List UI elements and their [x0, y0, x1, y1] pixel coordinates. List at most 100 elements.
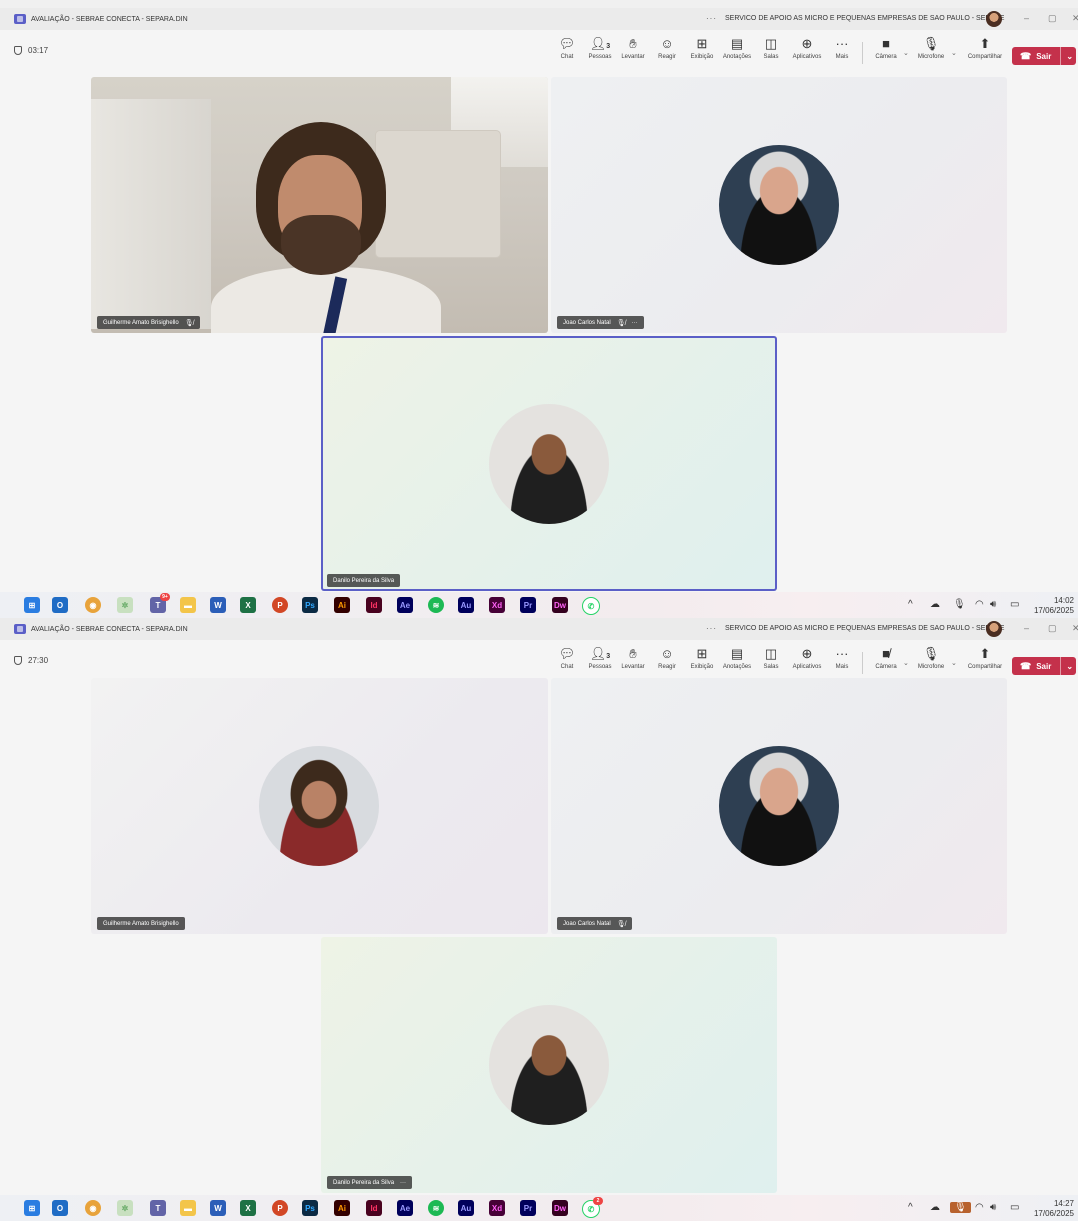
windows-start-icon[interactable]: ⊞ — [24, 597, 40, 613]
profile-avatar[interactable] — [986, 11, 1002, 27]
camera-options-chevron-icon[interactable]: ⌄ — [903, 659, 909, 667]
react-button[interactable]: ☺︎ Reagir — [647, 646, 687, 670]
photoshop-icon[interactable]: Ps — [302, 1200, 318, 1216]
outlook-icon[interactable]: O — [52, 597, 68, 613]
microphone-options-chevron-icon[interactable]: ⌄ — [951, 49, 957, 57]
camera-button[interactable]: ■︎̸ Câmera — [866, 646, 906, 670]
rooms-button[interactable]: ◫ Salas — [751, 646, 791, 670]
excel-icon[interactable]: X — [240, 1200, 256, 1216]
share-button[interactable]: ⬆︎ Compartilhar — [965, 36, 1005, 60]
participant-tile-danilo[interactable]: Danilo Pereira da Silva — [321, 336, 777, 591]
word-icon[interactable]: W — [210, 597, 226, 613]
camera-options-chevron-icon[interactable]: ⌄ — [903, 49, 909, 57]
indesign-icon[interactable]: Id — [366, 1200, 382, 1216]
microphone-muted-icon: 🎙︎ — [922, 36, 940, 51]
leave-options-chevron-icon[interactable]: ⌄ — [1066, 662, 1073, 671]
after-effects-icon[interactable]: Ae — [397, 1200, 413, 1216]
battery-icon[interactable]: ▭ — [1010, 599, 1019, 610]
more-options-button[interactable]: ··· — [706, 624, 717, 633]
powerpoint-icon[interactable]: P — [272, 597, 288, 613]
more-options-button[interactable]: ··· — [706, 14, 717, 23]
notification-badge: 2 — [593, 1197, 603, 1205]
premiere-icon[interactable]: Pr — [520, 597, 536, 613]
microphone-muted-icon[interactable]: 🎙︎ — [953, 599, 966, 610]
chrome-icon[interactable]: ◉ — [85, 597, 101, 613]
avatar — [489, 1005, 609, 1125]
view-button[interactable]: ⊞ Exibição — [682, 36, 722, 60]
avatar — [719, 145, 839, 265]
close-button[interactable]: ✕ — [1072, 13, 1078, 24]
cloud-offline-icon[interactable]: ☁︎ — [930, 599, 940, 610]
outlook-icon[interactable]: O — [52, 1200, 68, 1216]
microphone-button[interactable]: 🎙︎ Microfone — [911, 646, 951, 670]
xd-icon[interactable]: Xd — [489, 597, 505, 613]
copilot-icon[interactable]: ✲ — [117, 1200, 133, 1216]
illustrator-icon[interactable]: Ai — [334, 1200, 350, 1216]
spotify-icon[interactable]: ≋ — [428, 597, 444, 613]
chevron-up-icon[interactable]: ^ — [908, 1202, 913, 1213]
volume-icon[interactable]: 🔊︎ — [990, 1202, 996, 1213]
indesign-icon[interactable]: Id — [366, 597, 382, 613]
wifi-icon[interactable]: ◠ — [975, 599, 984, 610]
file-explorer-icon[interactable]: ▬ — [180, 1200, 196, 1216]
audition-icon[interactable]: Au — [458, 1200, 474, 1216]
apps-button[interactable]: ⊕ Aplicativos — [787, 646, 827, 670]
dreamweaver-icon[interactable]: Dw — [552, 597, 568, 613]
cloud-offline-icon[interactable]: ☁︎ — [930, 1202, 940, 1213]
leave-button[interactable]: ☎︎ Sair ⌄ — [1012, 657, 1076, 675]
participant-more-button[interactable]: ··· — [400, 1180, 406, 1186]
system-clock[interactable]: 14:02 17/06/2025 — [1034, 596, 1074, 616]
microphone-active-icon[interactable]: 🎙︎ — [950, 1202, 971, 1213]
chrome-icon[interactable]: ◉ — [85, 1200, 101, 1216]
chevron-up-icon[interactable]: ^ — [908, 599, 913, 610]
illustrator-icon[interactable]: Ai — [334, 597, 350, 613]
file-explorer-icon[interactable]: ▬ — [180, 597, 196, 613]
react-button[interactable]: ☺︎ Reagir — [647, 36, 687, 60]
participant-tile-guilherme[interactable]: Guilherme Amato Brisighello 🎙︎̸ — [91, 77, 548, 333]
leave-button[interactable]: ☎︎ Sair ⌄ — [1012, 47, 1076, 65]
leave-options-chevron-icon[interactable]: ⌄ — [1066, 52, 1073, 61]
participant-tile-danilo[interactable]: Danilo Pereira da Silva ··· — [321, 937, 777, 1193]
minimize-button[interactable]: – — [1024, 13, 1029, 23]
participant-tile-guilherme[interactable]: Guilherme Amato Brisighello — [91, 678, 548, 934]
copilot-icon[interactable]: ✲ — [117, 597, 133, 613]
title-bar: AVALIAÇÃO - SEBRAE CONECTA - SEPARA.DIN … — [0, 618, 1078, 640]
participant-more-button[interactable]: ··· — [632, 320, 638, 326]
microphone-options-chevron-icon[interactable]: ⌄ — [951, 659, 957, 667]
more-button[interactable]: ··· Mais — [822, 646, 862, 670]
participant-tile-joao[interactable]: Joao Carlos Natal 🎙︎̸ — [551, 678, 1007, 934]
word-icon[interactable]: W — [210, 1200, 226, 1216]
camera-button[interactable]: ■︎ Câmera — [866, 36, 906, 60]
minimize-button[interactable]: – — [1024, 623, 1029, 633]
xd-icon[interactable]: Xd — [489, 1200, 505, 1216]
more-button[interactable]: ··· Mais — [822, 36, 862, 60]
whatsapp-icon[interactable]: ✆ 2 — [582, 1197, 603, 1218]
apps-button[interactable]: ⊕ Aplicativos — [787, 36, 827, 60]
view-button[interactable]: ⊞ Exibição — [682, 646, 722, 670]
share-button[interactable]: ⬆︎ Compartilhar — [965, 646, 1005, 670]
maximize-button[interactable]: ▢ — [1048, 623, 1057, 634]
system-clock[interactable]: 14:27 17/06/2025 — [1034, 1199, 1074, 1219]
wifi-icon[interactable]: ◠ — [975, 1202, 984, 1213]
excel-icon[interactable]: X — [240, 597, 256, 613]
microphone-button[interactable]: 🎙︎ Microfone — [911, 36, 951, 60]
dreamweaver-icon[interactable]: Dw — [552, 1200, 568, 1216]
participant-tile-joao[interactable]: Joao Carlos Natal 🎙︎̸ ··· — [551, 77, 1007, 333]
premiere-icon[interactable]: Pr — [520, 1200, 536, 1216]
after-effects-icon[interactable]: Ae — [397, 597, 413, 613]
spotify-icon[interactable]: ≋ — [428, 1200, 444, 1216]
teams-taskbar-icon[interactable]: T — [150, 1200, 166, 1216]
profile-avatar[interactable] — [986, 621, 1002, 637]
rooms-button[interactable]: ◫ Salas — [751, 36, 791, 60]
teams-taskbar-icon[interactable]: T 9+ — [150, 593, 170, 613]
battery-icon[interactable]: ▭ — [1010, 1202, 1019, 1213]
maximize-button[interactable]: ▢ — [1048, 13, 1057, 24]
photoshop-icon[interactable]: Ps — [302, 597, 318, 613]
teams-window-1: AVALIAÇÃO - SEBRAE CONECTA - SEPARA.DIN … — [0, 8, 1078, 618]
whatsapp-icon[interactable]: ✆ — [582, 597, 600, 615]
volume-icon[interactable]: 🔊︎ — [990, 599, 996, 610]
powerpoint-icon[interactable]: P — [272, 1200, 288, 1216]
windows-start-icon[interactable]: ⊞ — [24, 1200, 40, 1216]
close-button[interactable]: ✕ — [1072, 623, 1078, 634]
audition-icon[interactable]: Au — [458, 597, 474, 613]
